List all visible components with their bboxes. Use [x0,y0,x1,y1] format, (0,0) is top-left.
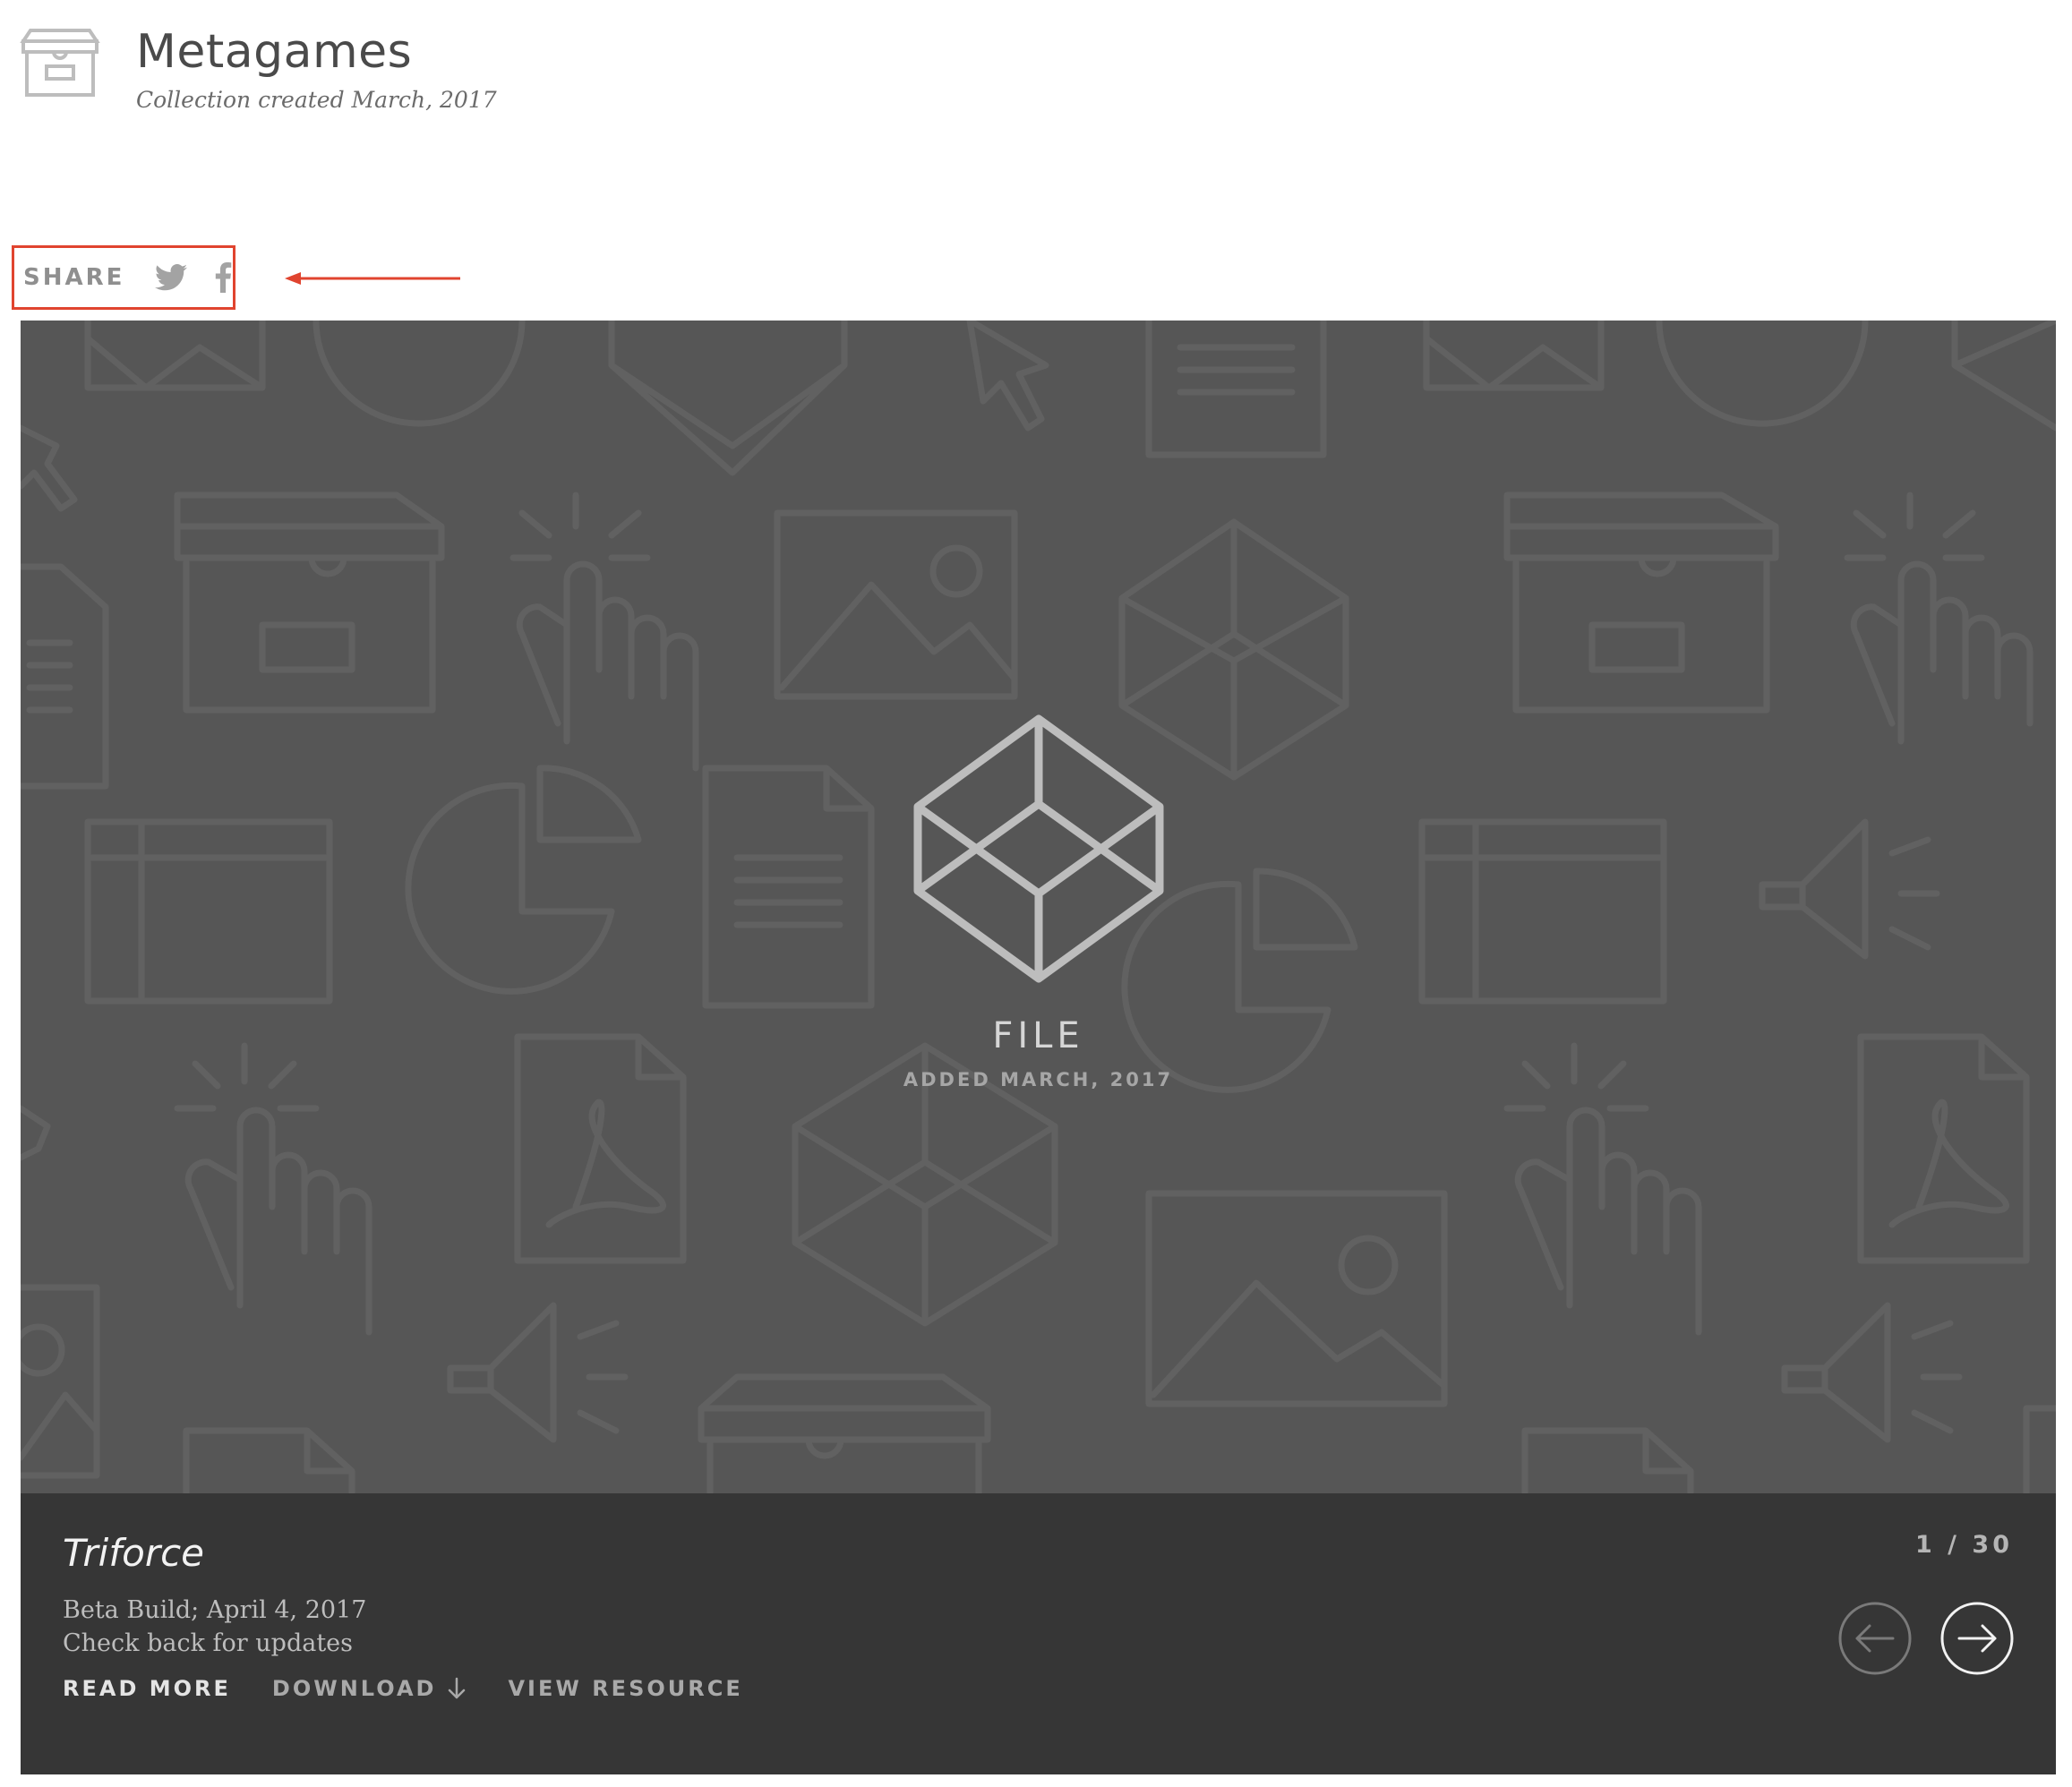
arrow-down-icon [449,1677,466,1699]
resource-added-date: ADDED MARCH, 2017 [903,1069,1174,1090]
facebook-icon[interactable] [214,262,232,293]
resource-info-bar: Triforce Beta Build; April 4, 2017 Check… [21,1493,2056,1774]
slide-counter: 1 / 30 [1914,1531,2013,1559]
collection-header: Metagames Collection created March, 2017 [20,25,497,114]
annotation-arrow [285,272,460,285]
resource-summary: FILE ADDED MARCH, 2017 [21,714,2056,1090]
resource-type-label: FILE [992,1015,1084,1056]
download-label: DOWNLOAD [271,1676,437,1701]
cube-icon [913,714,1163,983]
resource-viewer: FILE ADDED MARCH, 2017 Triforce Beta Bui… [21,321,2056,1774]
slide-navigation [1837,1601,2015,1676]
arrow-right-circle-icon[interactable] [1939,1601,2015,1676]
resource-description-line: Beta Build; April 4, 2017 [63,1596,367,1624]
resource-actions: READ MORE DOWNLOAD VIEW RESOURCE [63,1676,784,1701]
collection-title: Metagames [136,25,413,79]
resource-description: Beta Build; April 4, 2017 Check back for… [63,1594,366,1660]
resource-preview[interactable]: FILE ADDED MARCH, 2017 [21,321,2056,1493]
share-label: SHARE [23,264,125,291]
download-link[interactable]: DOWNLOAD [272,1676,467,1701]
share-bar: SHARE [12,245,235,310]
arrow-left-circle-icon[interactable] [1837,1601,1913,1676]
twitter-icon[interactable] [155,264,188,291]
read-more-link[interactable]: READ MORE [63,1676,231,1701]
resource-description-line: Check back for updates [63,1629,354,1657]
view-resource-link[interactable]: VIEW RESOURCE [508,1676,742,1701]
collection-subtitle: Collection created March, 2017 [136,87,497,114]
resource-title: Triforce [63,1531,205,1575]
archive-box-icon [20,29,100,97]
